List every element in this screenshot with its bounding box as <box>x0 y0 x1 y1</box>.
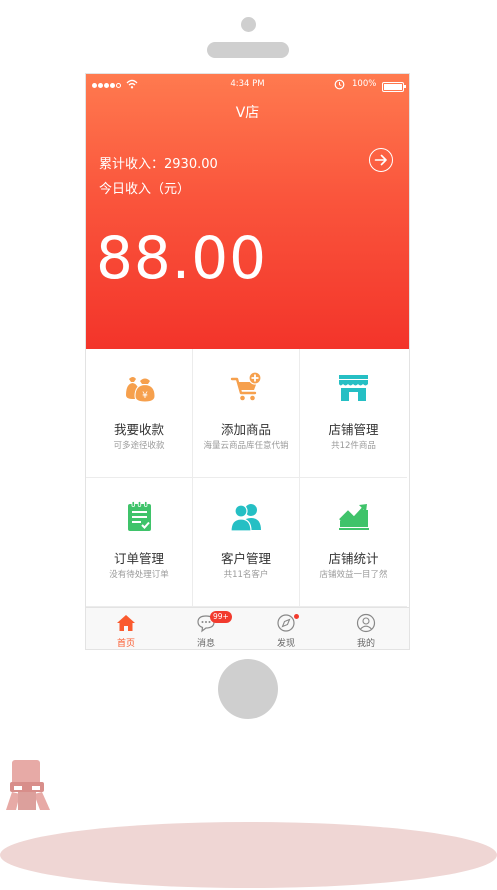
income-detail-button[interactable] <box>369 148 393 172</box>
tab-label: 我的 <box>356 639 375 649</box>
store-icon <box>339 375 368 401</box>
feature-grid: ¥ 我要收款 可多途径收款 添加商品 海量云商品库任意代销 店铺管理 共12件商… <box>86 349 409 607</box>
order-list-icon <box>128 501 151 531</box>
grid-item-store-statistics[interactable]: 店铺统计 店铺效益一目了然 <box>300 478 407 607</box>
grid-item-subtitle: 可多途径收款 <box>113 441 165 451</box>
tab-label: 发现 <box>276 639 295 649</box>
grid-item-add-product[interactable]: 添加商品 海量云商品库任意代销 <box>193 349 300 478</box>
grid-item-title: 订单管理 <box>113 551 164 566</box>
grid-item-title: 店铺管理 <box>328 422 379 437</box>
income-header: 4:34 PM 100% V店 累计收入：2930.00 今日收入（元） 88.… <box>86 74 409 349</box>
grid-item-customer-management[interactable]: 客户管理 共11名客户 <box>193 478 300 607</box>
grid-item-title: 店铺统计 <box>328 551 379 566</box>
today-income-amount: 88.00 <box>96 224 268 292</box>
grid-item-subtitle: 没有待处理订单 <box>109 570 169 580</box>
customers-icon <box>230 504 261 532</box>
home-button[interactable] <box>218 659 278 719</box>
grid-item-store-management[interactable]: 店铺管理 共12件商品 <box>300 349 407 478</box>
robot-figure-icon <box>6 760 50 810</box>
battery-icon <box>382 82 404 92</box>
arrow-right-icon <box>374 154 387 166</box>
grid-item-collect-payment[interactable]: ¥ 我要收款 可多途径收款 <box>86 349 193 478</box>
notification-dot <box>294 614 299 619</box>
page-title: V店 <box>235 105 260 121</box>
money-bag-icon: ¥ <box>126 377 156 403</box>
earpiece-speaker <box>207 42 289 58</box>
tab-profile[interactable]: 我的 <box>326 608 406 649</box>
cart-add-icon <box>230 371 262 401</box>
grid-item-subtitle: 海量云商品库任意代销 <box>203 441 289 451</box>
tab-messages[interactable]: 99+ 消息 <box>166 608 246 649</box>
floor-shadow <box>0 822 497 888</box>
stats-chart-icon <box>339 504 369 530</box>
svg-text:¥: ¥ <box>142 391 148 401</box>
grid-item-title: 我要收款 <box>113 422 164 437</box>
grid-item-title: 客户管理 <box>220 551 271 566</box>
tab-label: 消息 <box>196 639 215 649</box>
status-bar: 4:34 PM 100% <box>86 77 409 93</box>
front-camera <box>241 17 256 32</box>
alarm-icon <box>334 79 345 90</box>
total-income-label: 累计收入：2930.00 <box>99 157 218 172</box>
grid-item-subtitle: 共11名客户 <box>223 570 269 580</box>
grid-item-subtitle: 店铺效益一目了然 <box>319 570 388 580</box>
tab-discover[interactable]: 发现 <box>246 608 326 649</box>
home-icon <box>117 615 135 631</box>
grid-item-subtitle: 共12件商品 <box>331 441 376 451</box>
tab-home[interactable]: 首页 <box>86 608 166 649</box>
bottom-tab-bar: 首页 99+ 消息 发现 我的 <box>86 607 409 649</box>
today-income-label: 今日收入（元） <box>99 182 191 197</box>
grid-item-title: 添加商品 <box>220 422 271 437</box>
grid-item-order-management[interactable]: 订单管理 没有待处理订单 <box>86 478 193 607</box>
phone-screen: 4:34 PM 100% V店 累计收入：2930.00 今日收入（元） 88.… <box>85 73 410 650</box>
battery-tip <box>404 85 406 88</box>
battery-percent: 100% <box>352 79 377 89</box>
compass-icon <box>277 614 295 632</box>
tab-label: 首页 <box>116 639 135 649</box>
message-badge: 99+ <box>210 611 232 623</box>
profile-icon <box>356 613 376 633</box>
